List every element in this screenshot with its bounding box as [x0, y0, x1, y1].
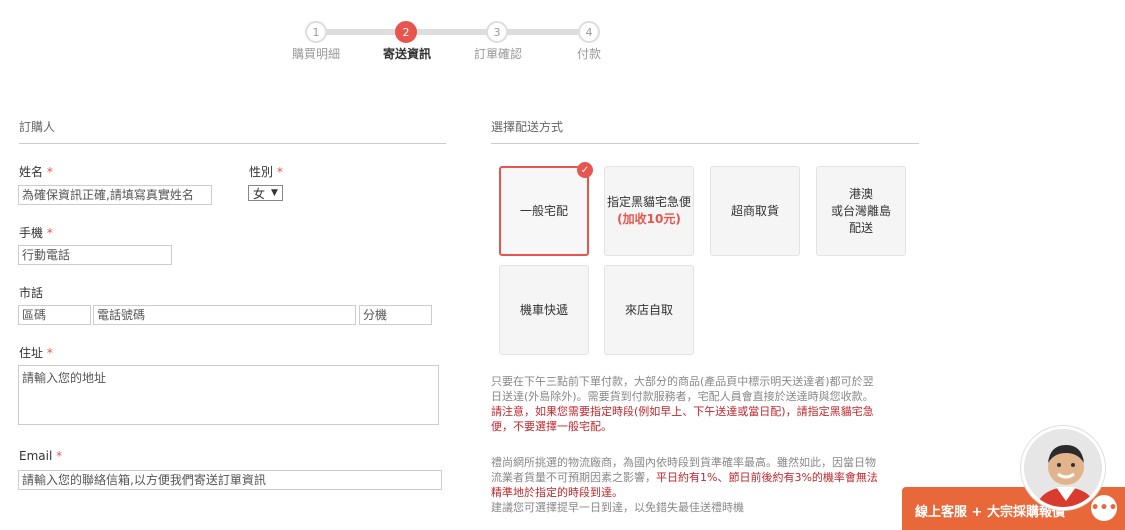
phone-number-input[interactable] [93, 305, 356, 325]
delivery-option-motorcycle[interactable]: 機車快遞 [499, 265, 589, 355]
required-mark: * [56, 449, 63, 463]
delivery-note-2: 禮尚網所挑選的物流廠商，為國內依時段到貨準確率最高。雖然如此，因當日物 流業者貨… [491, 456, 878, 514]
required-mark: * [46, 226, 53, 240]
extension-input[interactable] [359, 305, 432, 325]
required-mark: * [46, 165, 53, 179]
delivery-note-1: 只要在下午三點前下單付款，大部分的商品(產品頁中標示明天送達者)都可於翌 日送達… [491, 375, 874, 433]
email-input[interactable] [18, 470, 442, 490]
dropdown-arrow-icon: ▼ [271, 188, 278, 198]
phone-label: 市話 [19, 286, 44, 300]
step-4-label: 付款 [576, 47, 601, 61]
delivery-option-pickup[interactable]: 來店自取 [604, 265, 694, 355]
delivery-option-label-line3: 配送 [848, 220, 873, 235]
name-input[interactable] [18, 185, 212, 205]
address-textarea[interactable] [18, 365, 439, 425]
delivery-option-label: 指定黑貓宅急便 [606, 195, 691, 209]
delivery-section-title: 選擇配送方式 [491, 120, 564, 134]
delivery-option-label: 機車快遞 [519, 302, 568, 317]
gender-select[interactable]: 女 ▼ [248, 185, 283, 201]
step-3-label: 訂單確認 [473, 47, 522, 61]
step-1-label: 購買明細 [291, 47, 340, 61]
delivery-option-convenience-store[interactable]: 超商取貨 [710, 166, 800, 256]
buyer-section-title: 訂購人 [19, 120, 56, 134]
address-label: 住址 * [19, 346, 53, 360]
buyer-divider [19, 143, 446, 144]
step-2-label: 寄送資訊 [382, 47, 431, 61]
area-code-input[interactable] [18, 305, 91, 325]
stepper-line [316, 29, 590, 35]
delivery-option-black-cat[interactable]: 指定黑貓宅急便 (加收10元) [604, 166, 694, 256]
required-mark: * [276, 165, 283, 179]
step-3-circle: 3 [486, 21, 508, 43]
chat-bubble-icon: ••• [1091, 495, 1117, 521]
delivery-option-label: 來店自取 [624, 302, 673, 317]
delivery-divider [491, 143, 919, 144]
delivery-option-label-line2: 或台灣離島 [830, 203, 891, 218]
delivery-option-label: 一般宅配 [519, 203, 568, 218]
step-1-circle: 1 [305, 21, 327, 43]
required-mark: * [46, 346, 53, 360]
mobile-label: 手機 * [19, 226, 53, 240]
step-4-circle: 4 [578, 21, 600, 43]
delivery-option-outlying[interactable]: 港澳 或台灣離島 配送 [816, 166, 906, 256]
delivery-option-surcharge: (加收10元) [617, 212, 681, 226]
checkmark-icon: ✓ [577, 162, 593, 178]
name-label: 姓名 * [19, 165, 53, 179]
mobile-input[interactable] [18, 245, 172, 265]
delivery-option-label: 超商取貨 [730, 203, 779, 218]
delivery-option-label: 港澳 [848, 186, 873, 201]
step-2-circle: 2 [395, 21, 417, 43]
email-label: Email * [19, 449, 63, 463]
gender-label: 性別 * [249, 165, 283, 179]
support-avatar[interactable] [1021, 426, 1105, 510]
delivery-option-home[interactable]: 一般宅配 ✓ [499, 162, 593, 256]
gender-value: 女 [253, 186, 266, 201]
